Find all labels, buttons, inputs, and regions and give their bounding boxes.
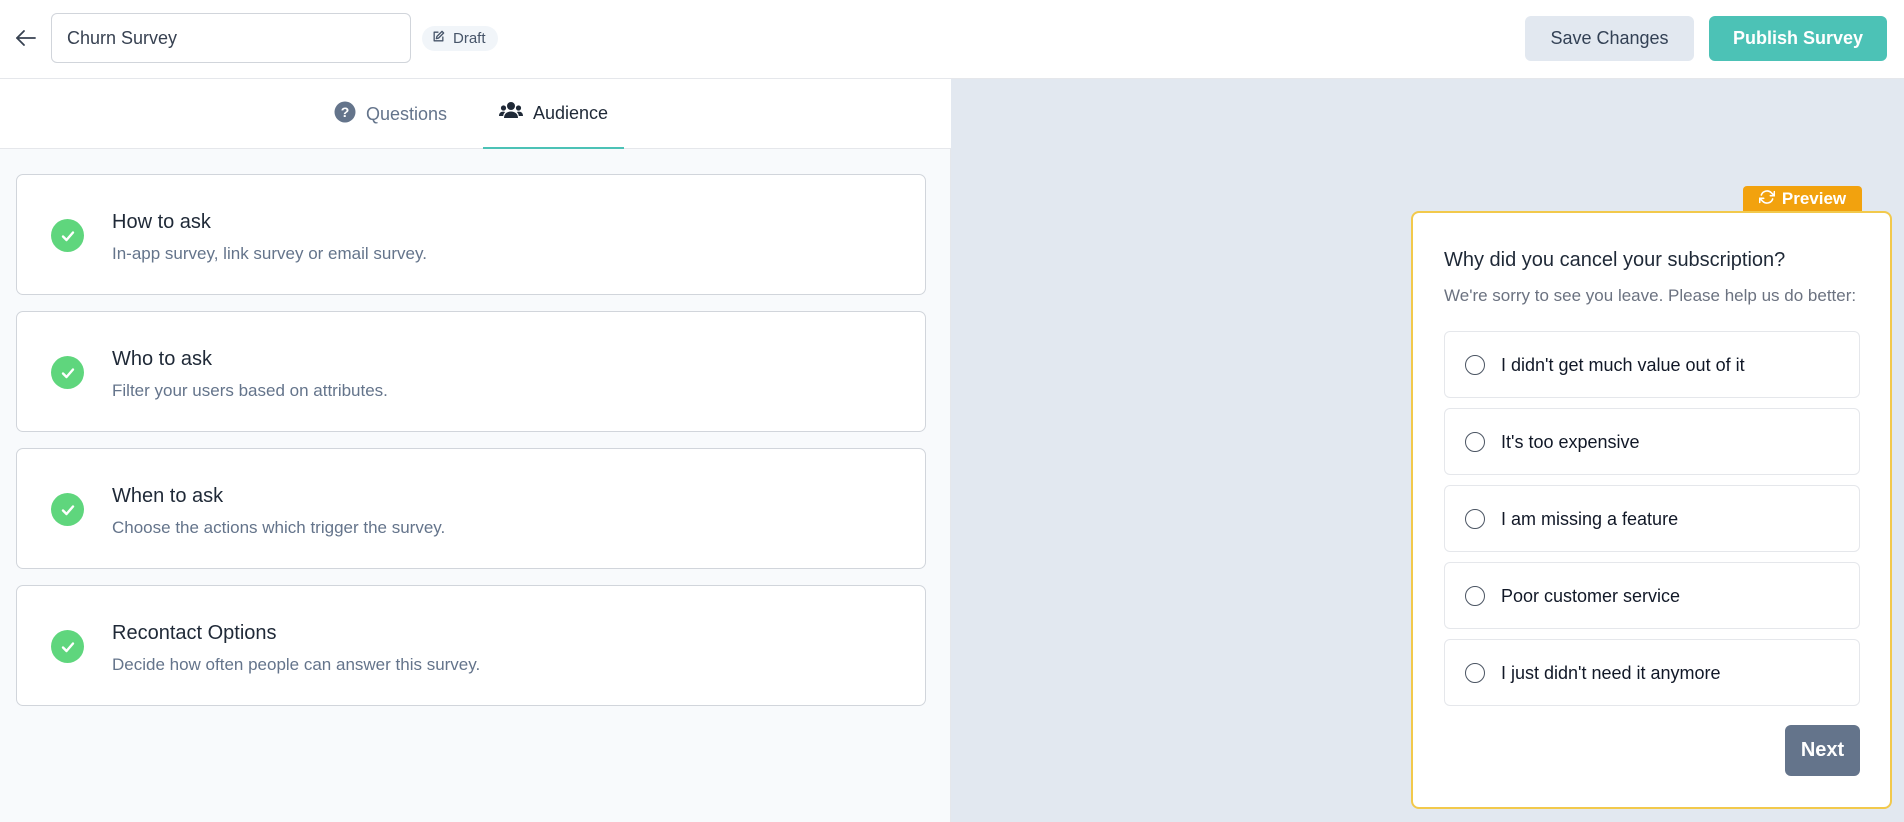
preview-tag: Preview (1743, 186, 1862, 212)
question-title: Why did you cancel your subscription? (1444, 249, 1786, 271)
status-badge-label: Draft (453, 30, 486, 47)
card-description: Choose the actions which trigger the sur… (112, 518, 446, 537)
card-description: Filter your users based on attributes. (112, 381, 388, 400)
card-title: Who to ask (112, 348, 213, 370)
svg-text:?: ? (341, 104, 350, 120)
answer-option-label: I didn't get much value out of it (1501, 355, 1745, 375)
survey-preview-card: Why did you cancel your subscription? We… (1411, 211, 1892, 809)
card-description: In-app survey, link survey or email surv… (112, 244, 427, 263)
question-subheader: We're sorry to see you leave. Please hel… (1444, 286, 1857, 305)
tab-questions[interactable]: ? Questions (334, 79, 447, 149)
card-description: Decide how often people can answer this … (112, 655, 481, 674)
check-circle-icon (51, 630, 84, 663)
answer-option-label: Poor customer service (1501, 586, 1681, 606)
tab-audience-label: Audience (533, 102, 609, 123)
check-circle-icon (51, 356, 84, 389)
radio-button[interactable] (1465, 663, 1485, 683)
answer-option-label: I am missing a feature (1501, 509, 1679, 529)
radio-button[interactable] (1465, 586, 1485, 606)
card-title: Recontact Options (112, 622, 277, 644)
card-title: How to ask (112, 211, 211, 233)
status-badge: Draft (422, 26, 498, 51)
settings-panel: ? Questions Audience How to ask In-app s… (0, 79, 951, 822)
save-changes-button[interactable]: Save Changes (1525, 16, 1694, 61)
pencil-icon (432, 30, 445, 47)
users-icon (499, 101, 523, 126)
publish-survey-button[interactable]: Publish Survey (1709, 16, 1887, 61)
card-title: When to ask (112, 485, 224, 507)
question-circle-icon: ? (334, 101, 356, 128)
card-recontact-options[interactable]: Recontact Options Decide how often peopl… (16, 585, 926, 706)
tab-bar: ? Questions Audience (0, 79, 951, 149)
answer-option[interactable]: It's too expensive (1444, 408, 1860, 475)
answer-option[interactable]: Poor customer service (1444, 562, 1860, 629)
next-button[interactable]: Next (1785, 725, 1860, 776)
answer-option-label: It's too expensive (1501, 432, 1640, 452)
preview-tag-label: Preview (1781, 189, 1847, 208)
survey-name-input[interactable] (51, 13, 411, 63)
tab-audience[interactable]: Audience (483, 79, 625, 149)
arrow-left-icon[interactable] (14, 26, 42, 50)
radio-button[interactable] (1465, 355, 1485, 375)
answer-option[interactable]: I am missing a feature (1444, 485, 1860, 552)
tab-questions-label: Questions (366, 103, 448, 124)
card-who-to-ask[interactable]: Who to ask Filter your users based on at… (16, 311, 926, 432)
card-when-to-ask[interactable]: When to ask Choose the actions which tri… (16, 448, 926, 569)
radio-button[interactable] (1465, 432, 1485, 452)
card-how-to-ask[interactable]: How to ask In-app survey, link survey or… (16, 174, 926, 295)
answer-option-label: I just didn't need it anymore (1501, 663, 1721, 683)
refresh-icon (1758, 189, 1775, 210)
answer-option[interactable]: I just didn't need it anymore (1444, 639, 1860, 706)
check-circle-icon (51, 493, 84, 526)
top-bar: Draft Save Changes Publish Survey (0, 0, 1904, 79)
check-circle-icon (51, 219, 84, 252)
radio-button[interactable] (1465, 509, 1485, 529)
answer-option[interactable]: I didn't get much value out of it (1444, 331, 1860, 398)
